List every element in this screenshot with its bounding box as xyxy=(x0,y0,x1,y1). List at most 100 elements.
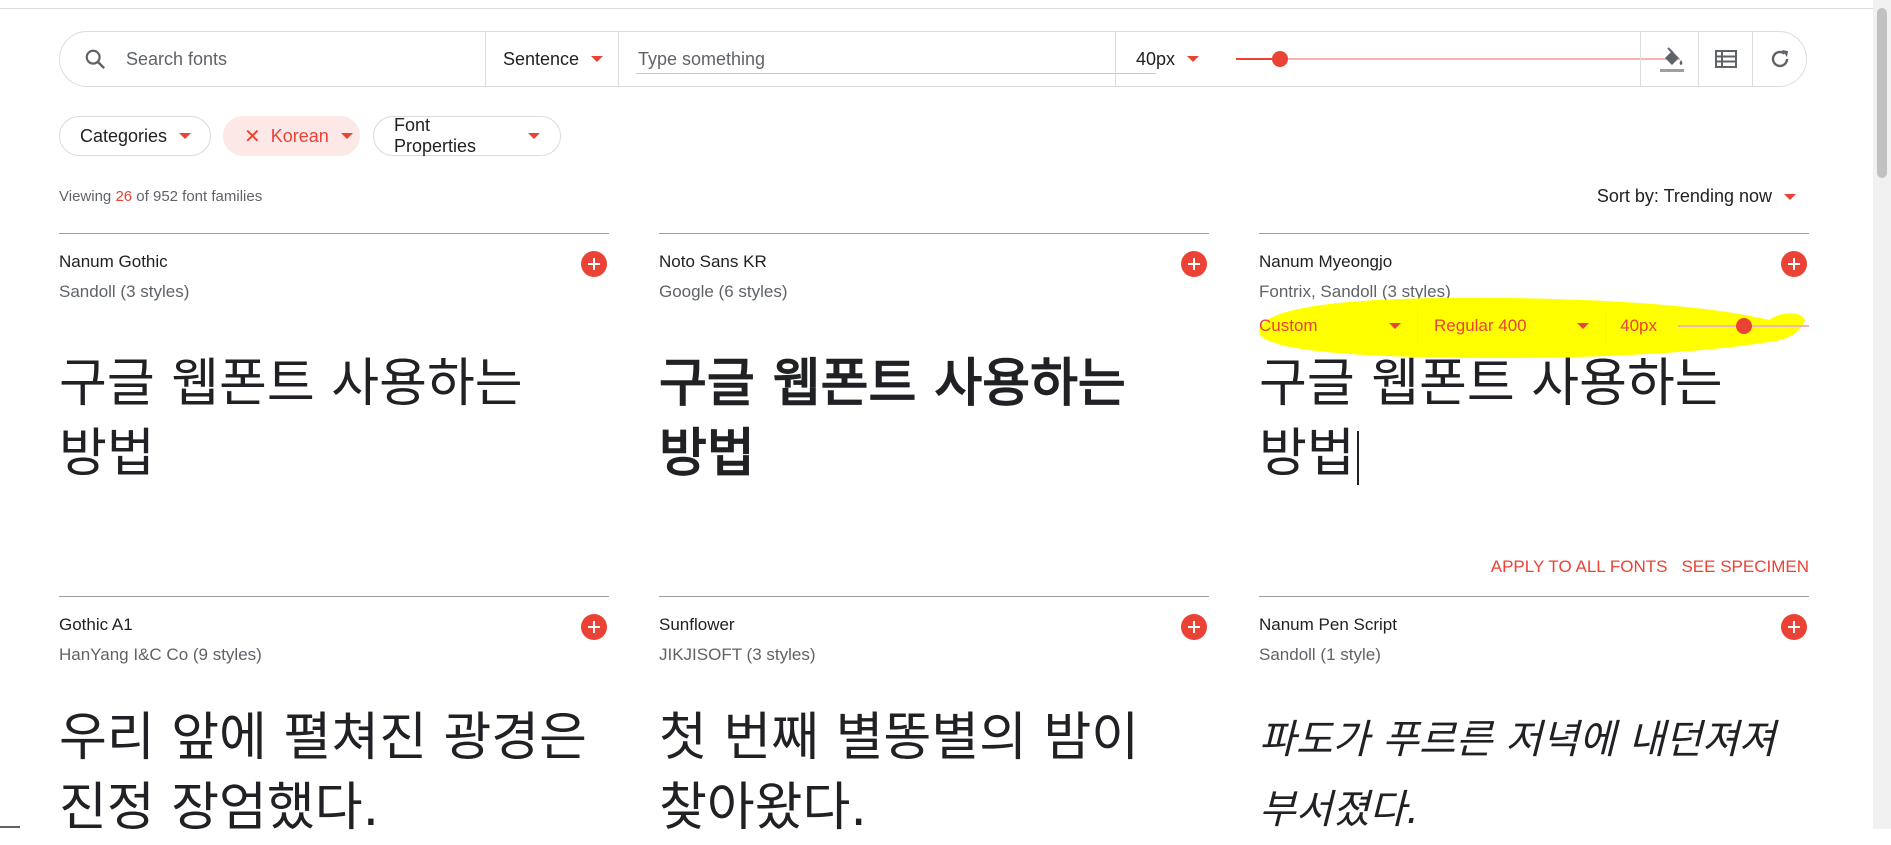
font-author: HanYang I&C Co (9 styles) xyxy=(59,645,262,664)
font-size-label: 40px xyxy=(1136,48,1176,69)
add-font-button[interactable] xyxy=(1181,614,1207,640)
page-edge-mark xyxy=(0,826,20,828)
results-summary: Viewing 26 of 952 font families xyxy=(59,188,262,205)
chip-label: Categories xyxy=(80,125,168,146)
refresh-icon xyxy=(1771,50,1789,68)
slider-handle[interactable] xyxy=(1735,318,1752,334)
close-icon[interactable]: ✕ xyxy=(244,124,261,149)
font-author: JIKJISOFT (3 styles) xyxy=(659,645,816,664)
slider-handle[interactable] xyxy=(1272,51,1289,67)
font-sample-text[interactable]: 첫 번째 별똥별의 밤이 찾아왔다. xyxy=(659,703,1209,843)
color-fill-button[interactable] xyxy=(1646,32,1698,86)
chevron-down-icon xyxy=(591,56,604,62)
plus-icon xyxy=(1188,258,1200,270)
font-size-select[interactable]: 40px xyxy=(1136,32,1216,86)
plus-icon xyxy=(1188,621,1200,633)
weight-label: Regular 400 xyxy=(1434,316,1527,335)
font-card: Gothic A1 HanYang I&C Co (9 styles) 우리 앞… xyxy=(59,596,609,838)
toolbar-divider xyxy=(485,32,486,86)
font-card: Nanum Myeongjo Fontrix, Sandoll (3 style… xyxy=(1259,233,1809,564)
sort-select[interactable]: Sort by: Trending now xyxy=(1597,186,1796,207)
font-sample-text[interactable]: 구글 웹폰트 사용하는 방법 xyxy=(59,349,609,489)
font-author: Google (6 styles) xyxy=(659,282,788,301)
font-author: Sandoll (3 styles) xyxy=(59,282,190,301)
font-card: Nanum Gothic Sandoll (3 styles) 구글 웹폰트 사… xyxy=(59,233,609,564)
reset-button[interactable] xyxy=(1754,32,1806,86)
font-name[interactable]: Gothic A1 xyxy=(59,615,133,635)
font-sample-editable[interactable]: 구글 웹폰트 사용하는 방법 xyxy=(1259,354,1723,484)
font-name[interactable]: Noto Sans KR xyxy=(659,252,767,272)
font-size-slider[interactable] xyxy=(1236,32,1680,86)
card-size-slider[interactable] xyxy=(1678,308,1809,344)
font-name[interactable]: Nanum Myeongjo xyxy=(1259,252,1392,272)
font-card: Noto Sans KR Google (6 styles) 구글 웹폰트 사용… xyxy=(659,233,1209,564)
weight-select[interactable]: Regular 400 xyxy=(1418,308,1607,344)
add-font-button[interactable] xyxy=(1181,251,1207,277)
top-border xyxy=(0,8,1891,9)
search-icon[interactable] xyxy=(82,32,108,86)
chevron-down-icon xyxy=(1389,323,1402,329)
korean-filter-chip[interactable]: ✕ Korean xyxy=(223,116,360,156)
preview-mode-label: Sentence xyxy=(503,48,580,69)
chevron-down-icon xyxy=(1577,323,1590,329)
toolbar-divider xyxy=(1698,32,1699,86)
search-input[interactable] xyxy=(124,47,464,71)
card-size-label: 40px xyxy=(1620,316,1657,335)
font-customize-row: Custom Regular 400 40px xyxy=(1259,304,1809,348)
text-cursor xyxy=(1356,430,1359,485)
results-count: 26 xyxy=(115,188,133,205)
preset-label: Custom xyxy=(1259,316,1318,335)
toolbar: Sentence 40px xyxy=(59,31,1807,87)
plus-icon xyxy=(588,621,600,633)
sort-label: Sort by: Trending now xyxy=(1596,186,1772,206)
add-font-button[interactable] xyxy=(1781,251,1807,277)
add-font-button[interactable] xyxy=(581,251,607,277)
scrollbar-thumb[interactable] xyxy=(1877,8,1887,178)
list-view-button[interactable] xyxy=(1700,32,1752,86)
font-sample-text[interactable]: 파도가 푸르른 저녁에 내던져져 부서졌다. xyxy=(1259,705,1809,845)
font-name[interactable]: Nanum Pen Script xyxy=(1259,615,1397,635)
font-sample-text[interactable]: 우리 앞에 펼쳐진 광경은 진정 장엄했다. xyxy=(59,703,609,843)
chevron-down-icon xyxy=(528,133,540,139)
toolbar-divider xyxy=(1640,32,1641,86)
card-size-label-wrap: 40px xyxy=(1606,308,1678,344)
font-card: Nanum Pen Script Sandoll (1 style) 파도가 푸… xyxy=(1259,596,1809,833)
preset-select[interactable]: Custom xyxy=(1259,308,1419,344)
font-card: Sunflower JIKJISOFT (3 styles) 첫 번째 별똥별의… xyxy=(659,596,1209,838)
plus-icon xyxy=(588,258,600,270)
plus-icon xyxy=(1788,258,1800,270)
font-properties-filter-chip[interactable]: Font Properties xyxy=(373,115,561,156)
summary-prefix: Viewing xyxy=(59,188,112,205)
see-specimen-button[interactable]: SEE SPECIMEN xyxy=(1681,557,1809,577)
chip-label: Korean xyxy=(270,125,329,146)
categories-filter-chip[interactable]: Categories xyxy=(59,116,211,156)
chevron-down-icon xyxy=(1187,56,1200,62)
font-author: Fontrix, Sandoll (3 styles) xyxy=(1259,282,1451,301)
vertical-scrollbar[interactable] xyxy=(1873,0,1891,829)
font-name[interactable]: Sunflower xyxy=(659,615,735,635)
plus-icon xyxy=(1788,621,1800,633)
type-field xyxy=(636,32,1156,86)
chevron-down-icon xyxy=(340,133,353,139)
font-sample-text[interactable]: 구글 웹폰트 사용하는 방법 xyxy=(1259,349,1809,489)
toolbar-divider xyxy=(1115,32,1116,86)
card-actions: APPLY TO ALL FONTS SEE SPECIMEN xyxy=(1491,557,1809,577)
chevron-down-icon xyxy=(179,133,192,139)
preview-text-input[interactable] xyxy=(636,47,1156,71)
font-sample-text[interactable]: 구글 웹폰트 사용하는 방법 xyxy=(659,349,1209,489)
paint-bucket-icon xyxy=(1660,47,1684,72)
toolbar-divider xyxy=(1752,32,1753,86)
font-name[interactable]: Nanum Gothic xyxy=(59,252,168,272)
apply-to-all-fonts-button[interactable]: APPLY TO ALL FONTS xyxy=(1491,557,1668,577)
input-underline xyxy=(636,73,1156,74)
summary-suffix: of 952 font families xyxy=(136,188,263,205)
preview-mode-select[interactable]: Sentence xyxy=(503,32,623,86)
chip-label: Font Properties xyxy=(394,115,477,156)
add-font-button[interactable] xyxy=(1781,614,1807,640)
search-field xyxy=(124,32,464,86)
chevron-down-icon xyxy=(1784,193,1796,200)
add-font-button[interactable] xyxy=(581,614,607,640)
font-author: Sandoll (1 style) xyxy=(1259,645,1381,664)
list-view-icon xyxy=(1715,50,1737,68)
toolbar-divider xyxy=(618,32,619,86)
